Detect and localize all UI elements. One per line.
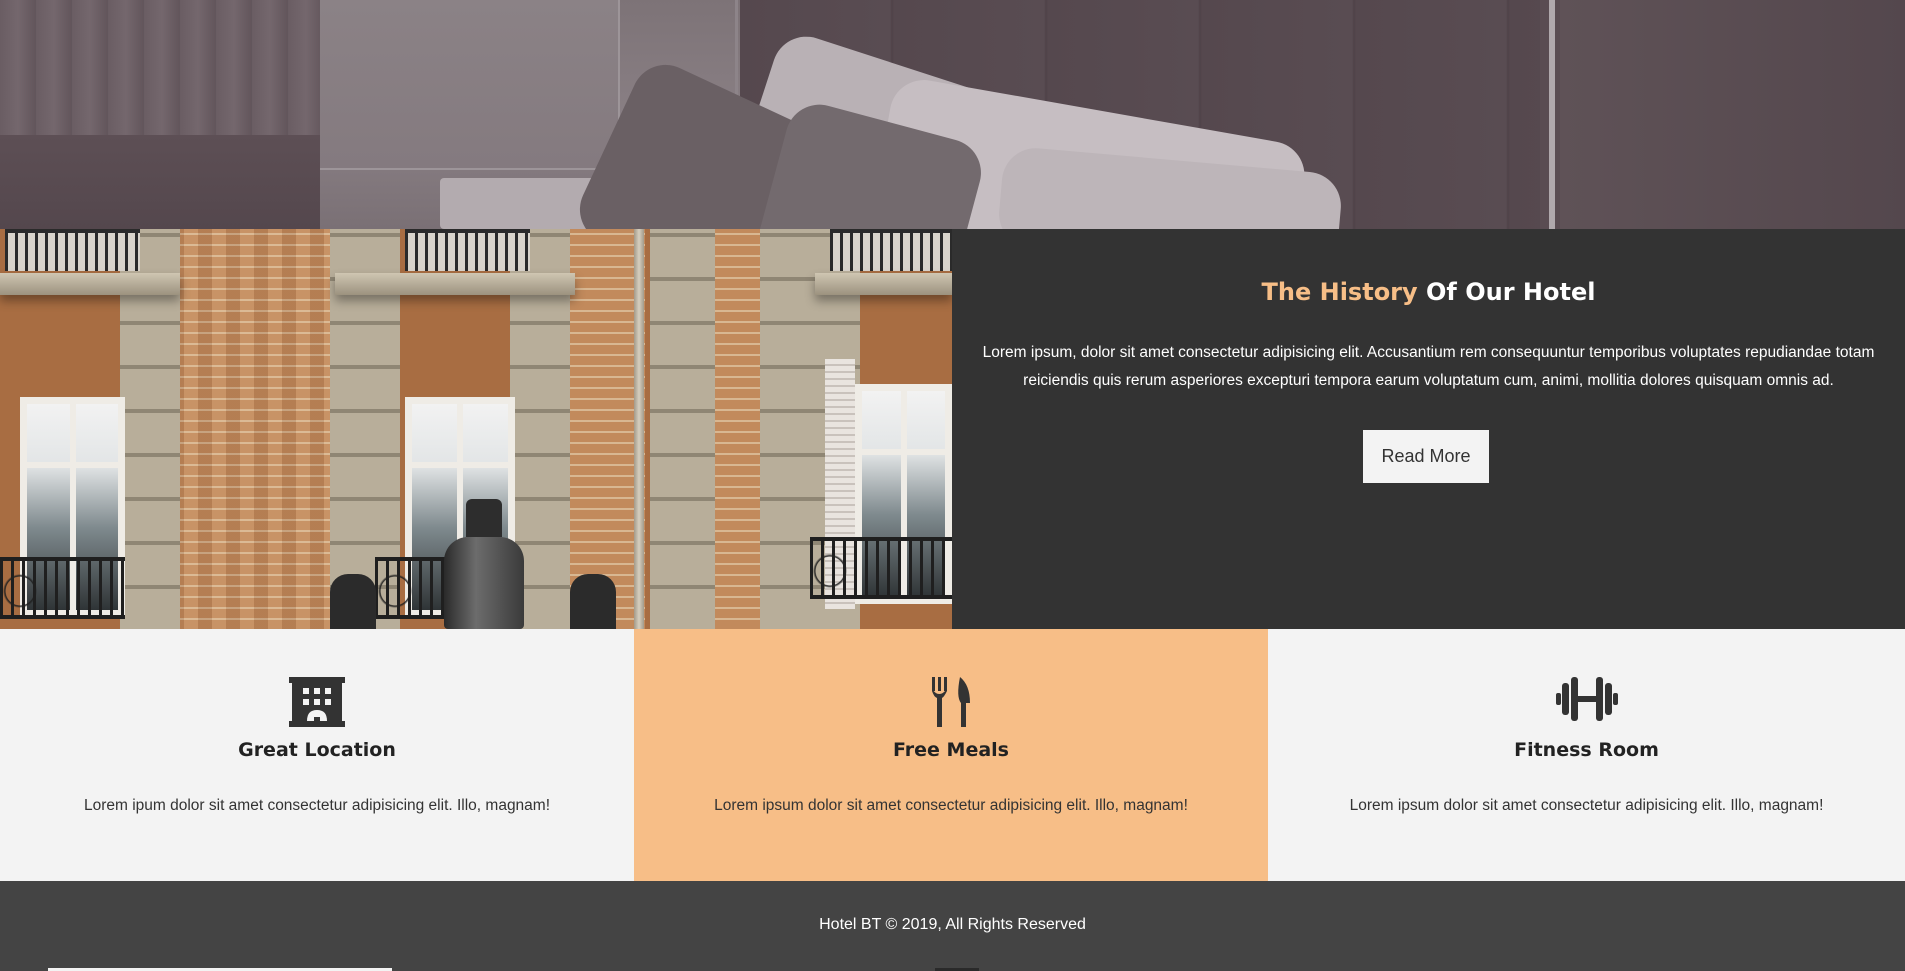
- history-title: The History Of Our Hotel: [952, 278, 1905, 306]
- feature-title: Fitness Room: [1514, 739, 1659, 761]
- feature-text: Lorem ipum dolor sit amet consectetur ad…: [83, 797, 551, 814]
- feature-text: Lorem ipsum dolor sit amet consectetur a…: [1349, 797, 1824, 814]
- hero-image: [0, 0, 1905, 229]
- utensils-icon: [930, 677, 972, 732]
- feature-fitness-room: Fitness Room Lorem ipsum dolor sit amet …: [1268, 629, 1905, 881]
- feature-free-meals: Free Meals Lorem ipsum dolor sit amet co…: [634, 629, 1268, 881]
- footer: Hotel BT © 2019, All Rights Reserved: [0, 881, 1905, 971]
- history-title-accent: The History: [1261, 278, 1418, 306]
- feature-title: Free Meals: [893, 739, 1009, 761]
- history-text: Lorem ipsum, dolor sit amet consectetur …: [982, 344, 1875, 389]
- history-title-rest: Of Our Hotel: [1426, 278, 1596, 306]
- features-section: Great Location Lorem ipum dolor sit amet…: [0, 629, 1905, 881]
- street-lamp: [440, 499, 528, 629]
- building-icon: [289, 677, 345, 732]
- dumbbell-icon: [1555, 677, 1618, 726]
- history-section: The History Of Our Hotel Lorem ipsum, do…: [0, 229, 1905, 629]
- history-panel: The History Of Our Hotel Lorem ipsum, do…: [952, 229, 1905, 629]
- feature-great-location: Great Location Lorem ipum dolor sit amet…: [0, 629, 634, 881]
- feature-text: Lorem ipsum dolor sit amet consectetur a…: [714, 797, 1188, 814]
- read-more-button[interactable]: Read More: [1363, 430, 1489, 483]
- feature-title: Great Location: [238, 739, 396, 761]
- copyright-text: Hotel BT © 2019, All Rights Reserved: [819, 916, 1086, 933]
- building-photo: [0, 229, 952, 629]
